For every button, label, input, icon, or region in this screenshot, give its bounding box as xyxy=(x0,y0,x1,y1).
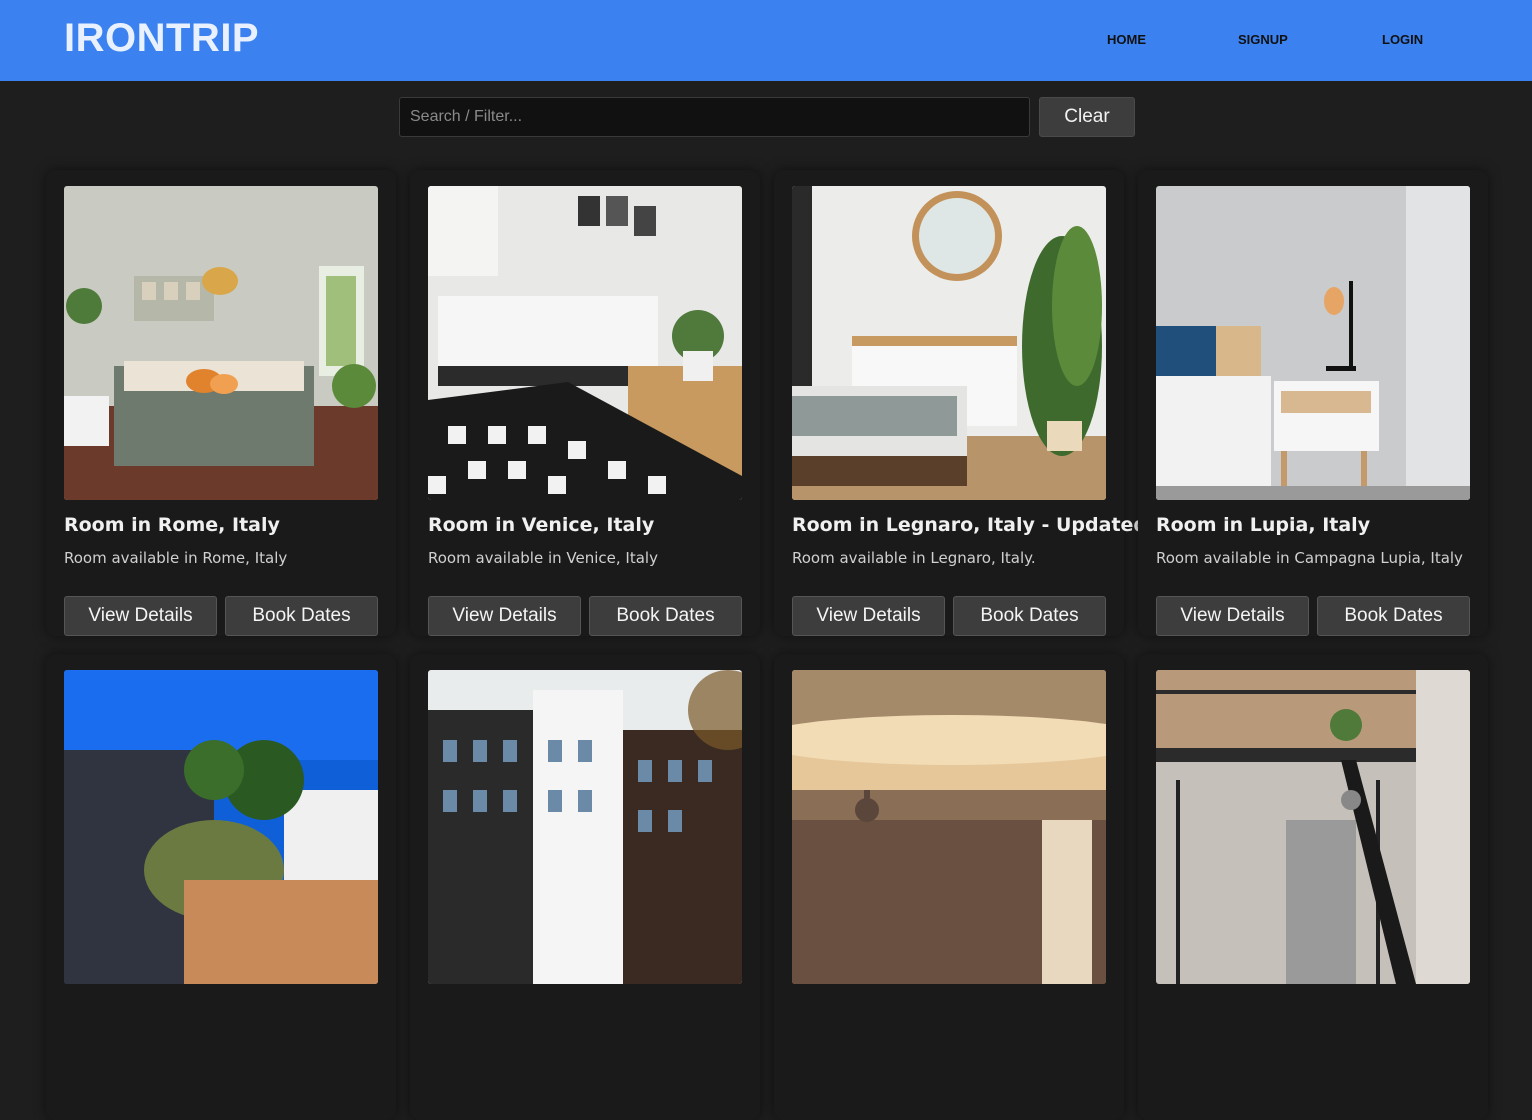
city-skyline-photo xyxy=(792,670,1106,984)
listing-actions: View Details Book Dates xyxy=(64,596,378,636)
loft-interior-photo xyxy=(1156,670,1470,984)
listing-title: Room in Rome, Italy xyxy=(64,514,280,536)
listing-card xyxy=(410,654,760,1120)
nav-signup-link[interactable]: SIGNUP xyxy=(1238,32,1288,47)
house-palm-photo xyxy=(64,670,378,984)
listing-card: Room in Rome, Italy Room available in Ro… xyxy=(46,170,396,636)
listing-actions: View Details Book Dates xyxy=(1156,596,1470,636)
view-details-button[interactable]: View Details xyxy=(428,596,581,636)
view-details-button[interactable]: View Details xyxy=(792,596,945,636)
book-dates-button[interactable]: Book Dates xyxy=(589,596,742,636)
nav-login-link[interactable]: LOGIN xyxy=(1382,32,1423,47)
listing-card xyxy=(774,654,1124,1120)
clear-button[interactable]: Clear xyxy=(1039,97,1135,137)
listing-title: Room in Lupia, Italy xyxy=(1156,514,1371,536)
bedroom-lamp-nightstand-photo xyxy=(1156,186,1470,500)
listing-description: Room available in Venice, Italy xyxy=(428,549,658,567)
listing-card: Room in Legnaro, Italy - Updated Room av… xyxy=(774,170,1148,636)
view-details-button[interactable]: View Details xyxy=(64,596,217,636)
search-input[interactable] xyxy=(399,97,1030,137)
main-nav: HOME SIGNUP LOGIN xyxy=(0,32,1532,52)
listing-actions: View Details Book Dates xyxy=(428,596,742,636)
top-navbar: IRONTRIP HOME SIGNUP LOGIN xyxy=(0,0,1532,81)
listing-actions: View Details Book Dates xyxy=(792,596,1106,636)
listing-description: Room available in Rome, Italy xyxy=(64,549,288,567)
book-dates-button[interactable]: Book Dates xyxy=(1317,596,1470,636)
view-details-button[interactable]: View Details xyxy=(1156,596,1309,636)
listing-description: Room available in Legnaro, Italy. xyxy=(792,549,1036,567)
listing-title: Room in Venice, Italy xyxy=(428,514,655,536)
search-bar: Clear xyxy=(399,97,1135,137)
listing-card xyxy=(1138,654,1488,1120)
book-dates-button[interactable]: Book Dates xyxy=(953,596,1106,636)
bedroom-green-photo xyxy=(64,186,378,500)
nav-home-link[interactable]: HOME xyxy=(1107,32,1146,47)
listing-card: Room in Lupia, Italy Room available in C… xyxy=(1138,170,1488,636)
listing-title: Room in Legnaro, Italy - Updated xyxy=(792,514,1148,536)
bedroom-mirror-plant-photo xyxy=(792,186,1106,500)
listing-description: Room available in Campagna Lupia, Italy xyxy=(1156,549,1463,567)
book-dates-button[interactable]: Book Dates xyxy=(225,596,378,636)
canal-houses-photo xyxy=(428,670,742,984)
listing-card xyxy=(46,654,396,1120)
bedroom-geometric-rug-photo xyxy=(428,186,742,500)
listing-card: Room in Venice, Italy Room available in … xyxy=(410,170,760,636)
listing-grid: Room in Rome, Italy Room available in Ro… xyxy=(46,170,1488,1120)
